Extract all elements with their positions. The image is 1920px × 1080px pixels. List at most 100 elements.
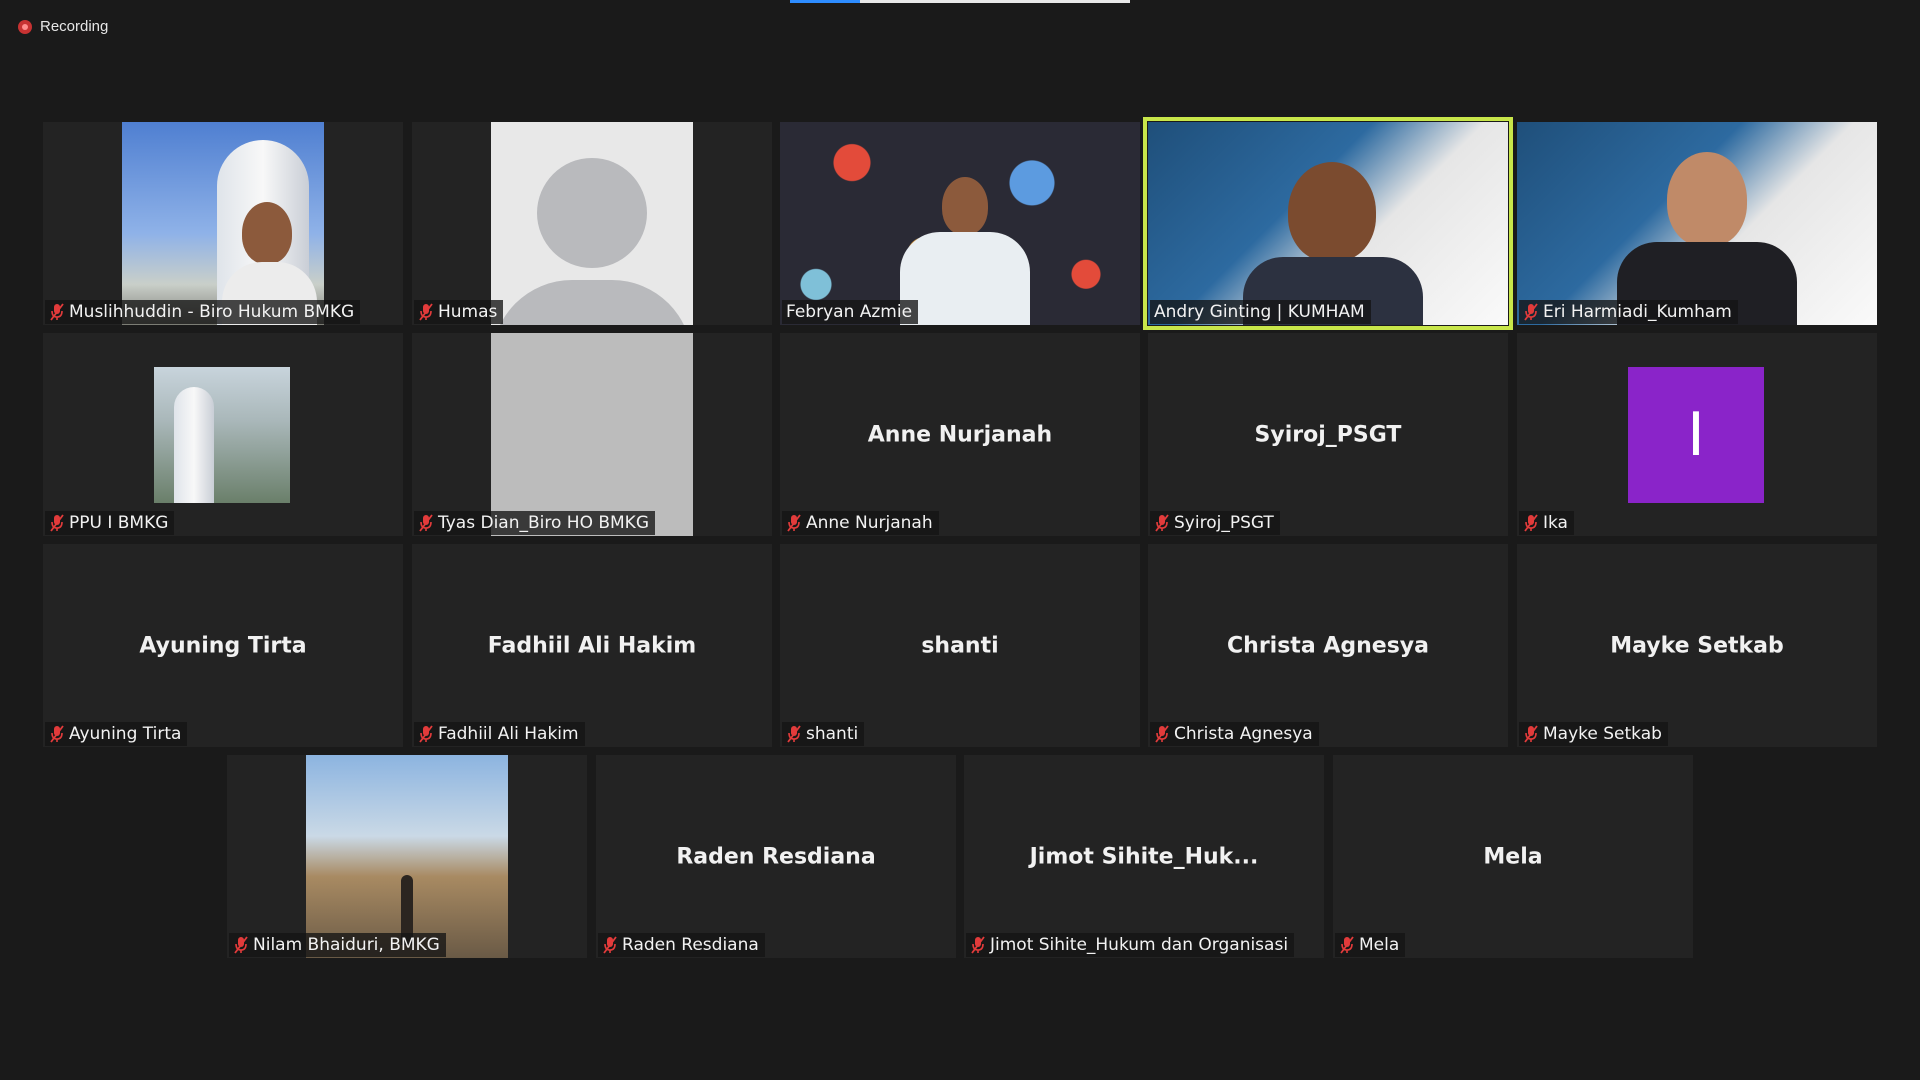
participant-video bbox=[780, 122, 1140, 325]
participant-tile[interactable]: Christa Agnesya Christa Agnesya bbox=[1148, 544, 1508, 747]
participant-tile[interactable]: Syiroj_PSGT Syiroj_PSGT bbox=[1148, 333, 1508, 536]
participant-tile[interactable]: Nilam Bhaiduri, BMKG bbox=[227, 755, 587, 958]
muted-mic-icon bbox=[50, 303, 64, 321]
participant-tile[interactable]: PPU I BMKG bbox=[43, 333, 403, 536]
participant-label: Christa Agnesya bbox=[1150, 722, 1319, 746]
participant-name: Fadhiil Ali Hakim bbox=[438, 724, 579, 744]
participant-label: Muslihhuddin - Biro Hukum BMKG bbox=[45, 300, 361, 324]
participant-label: Anne Nurjanah bbox=[782, 511, 939, 535]
participant-label: Tyas Dian_Biro HO BMKG bbox=[414, 511, 656, 535]
participant-tile[interactable]: Mela Mela bbox=[1333, 755, 1693, 958]
participant-display-name: Anne Nurjanah bbox=[867, 422, 1053, 447]
participant-display-name: Mayke Setkab bbox=[1610, 633, 1784, 658]
participant-tile-active-speaker[interactable]: Andry Ginting | KUMHAM bbox=[1143, 117, 1513, 330]
participant-video bbox=[491, 333, 693, 536]
participant-display-name: Christa Agnesya bbox=[1227, 633, 1429, 658]
participant-label: PPU I BMKG bbox=[45, 511, 175, 535]
participant-name: Mayke Setkab bbox=[1543, 724, 1662, 744]
muted-mic-icon bbox=[1340, 936, 1354, 954]
participant-label: Andry Ginting | KUMHAM bbox=[1150, 300, 1371, 324]
participant-profile-picture bbox=[154, 367, 290, 503]
avatar-initial: I bbox=[1687, 400, 1705, 470]
participant-label: Fadhiil Ali Hakim bbox=[414, 722, 585, 746]
participant-video bbox=[306, 755, 508, 958]
participant-label: Mela bbox=[1335, 933, 1406, 957]
participant-video bbox=[1148, 122, 1508, 325]
muted-mic-icon bbox=[50, 725, 64, 743]
participant-name: Ayuning Tirta bbox=[69, 724, 182, 744]
participant-display-name: Jimot Sihite_Huk... bbox=[1029, 844, 1259, 869]
muted-mic-icon bbox=[1524, 725, 1538, 743]
participant-video bbox=[491, 122, 693, 325]
participant-label: Humas bbox=[414, 300, 504, 324]
participant-name: Mela bbox=[1359, 935, 1400, 955]
muted-mic-icon bbox=[1155, 514, 1169, 532]
participant-tile[interactable]: Eri Harmiadi_Kumham bbox=[1517, 122, 1877, 325]
participant-tile[interactable]: I Ika bbox=[1517, 333, 1877, 536]
participant-label: Febryan Azmie bbox=[782, 300, 919, 324]
participant-name: Ika bbox=[1543, 513, 1568, 533]
participant-name: Eri Harmiadi_Kumham bbox=[1543, 302, 1732, 322]
muted-mic-icon bbox=[1524, 514, 1538, 532]
participant-tile[interactable]: Jimot Sihite_Huk... Jimot Sihite_Hukum d… bbox=[964, 755, 1324, 958]
participant-display-name: Mela bbox=[1483, 844, 1543, 869]
participant-video bbox=[122, 122, 324, 325]
participant-label: Nilam Bhaiduri, BMKG bbox=[229, 933, 446, 957]
participant-name: PPU I BMKG bbox=[69, 513, 169, 533]
participant-label: Syiroj_PSGT bbox=[1150, 511, 1280, 535]
recording-label: Recording bbox=[40, 18, 109, 35]
recording-indicator[interactable]: Recording bbox=[18, 18, 108, 35]
view-indicator bbox=[790, 0, 1130, 3]
muted-mic-icon bbox=[419, 303, 433, 321]
participant-tile[interactable]: Fadhiil Ali Hakim Fadhiil Ali Hakim bbox=[412, 544, 772, 747]
muted-mic-icon bbox=[971, 936, 985, 954]
participant-tile[interactable]: Raden Resdiana Raden Resdiana bbox=[596, 755, 956, 958]
participant-tile[interactable]: Mayke Setkab Mayke Setkab bbox=[1517, 544, 1877, 747]
record-icon bbox=[18, 19, 32, 34]
muted-mic-icon bbox=[234, 936, 248, 954]
participant-name: shanti bbox=[806, 724, 859, 744]
participant-tile[interactable]: shanti shanti bbox=[780, 544, 1140, 747]
participant-name: Nilam Bhaiduri, BMKG bbox=[253, 935, 440, 955]
participant-tile[interactable]: Febryan Azmie bbox=[780, 122, 1140, 325]
participant-label: Eri Harmiadi_Kumham bbox=[1519, 300, 1738, 324]
participant-name: Febryan Azmie bbox=[786, 302, 913, 322]
participant-name: Muslihhuddin - Biro Hukum BMKG bbox=[69, 302, 355, 322]
muted-mic-icon bbox=[50, 514, 64, 532]
participant-label: Ayuning Tirta bbox=[45, 722, 188, 746]
muted-mic-icon bbox=[419, 514, 433, 532]
participant-name: Jimot Sihite_Hukum dan Organisasi bbox=[990, 935, 1289, 955]
participant-tile[interactable]: Humas bbox=[412, 122, 772, 325]
muted-mic-icon bbox=[1524, 303, 1538, 321]
participant-tile[interactable]: Ayuning Tirta Ayuning Tirta bbox=[43, 544, 403, 747]
participant-label: shanti bbox=[782, 722, 865, 746]
muted-mic-icon bbox=[603, 936, 617, 954]
participant-label: Ika bbox=[1519, 511, 1574, 535]
participant-display-name: Fadhiil Ali Hakim bbox=[487, 633, 697, 658]
participant-tile[interactable]: Anne Nurjanah Anne Nurjanah bbox=[780, 333, 1140, 536]
participant-display-name: Raden Resdiana bbox=[676, 844, 876, 869]
participant-label: Mayke Setkab bbox=[1519, 722, 1668, 746]
participant-name: Raden Resdiana bbox=[622, 935, 759, 955]
initial-avatar: I bbox=[1628, 367, 1764, 503]
muted-mic-icon bbox=[419, 725, 433, 743]
default-avatar-icon bbox=[537, 158, 647, 268]
muted-mic-icon bbox=[787, 514, 801, 532]
participant-name: Andry Ginting | KUMHAM bbox=[1154, 302, 1365, 322]
avatar-body bbox=[492, 280, 692, 325]
participant-name: Syiroj_PSGT bbox=[1174, 513, 1274, 533]
participant-display-name: Syiroj_PSGT bbox=[1254, 422, 1402, 447]
participant-name: Anne Nurjanah bbox=[806, 513, 933, 533]
participant-display-name: shanti bbox=[921, 633, 999, 658]
muted-mic-icon bbox=[1155, 725, 1169, 743]
participant-label: Raden Resdiana bbox=[598, 933, 765, 957]
participant-video bbox=[1517, 122, 1877, 325]
participant-label: Jimot Sihite_Hukum dan Organisasi bbox=[966, 933, 1295, 957]
participant-name: Tyas Dian_Biro HO BMKG bbox=[438, 513, 650, 533]
participant-display-name: Ayuning Tirta bbox=[139, 633, 307, 658]
participant-tile[interactable]: Tyas Dian_Biro HO BMKG bbox=[412, 333, 772, 536]
participant-name: Christa Agnesya bbox=[1174, 724, 1313, 744]
participant-name: Humas bbox=[438, 302, 498, 322]
muted-mic-icon bbox=[787, 725, 801, 743]
participant-tile[interactable]: Muslihhuddin - Biro Hukum BMKG bbox=[43, 122, 403, 325]
